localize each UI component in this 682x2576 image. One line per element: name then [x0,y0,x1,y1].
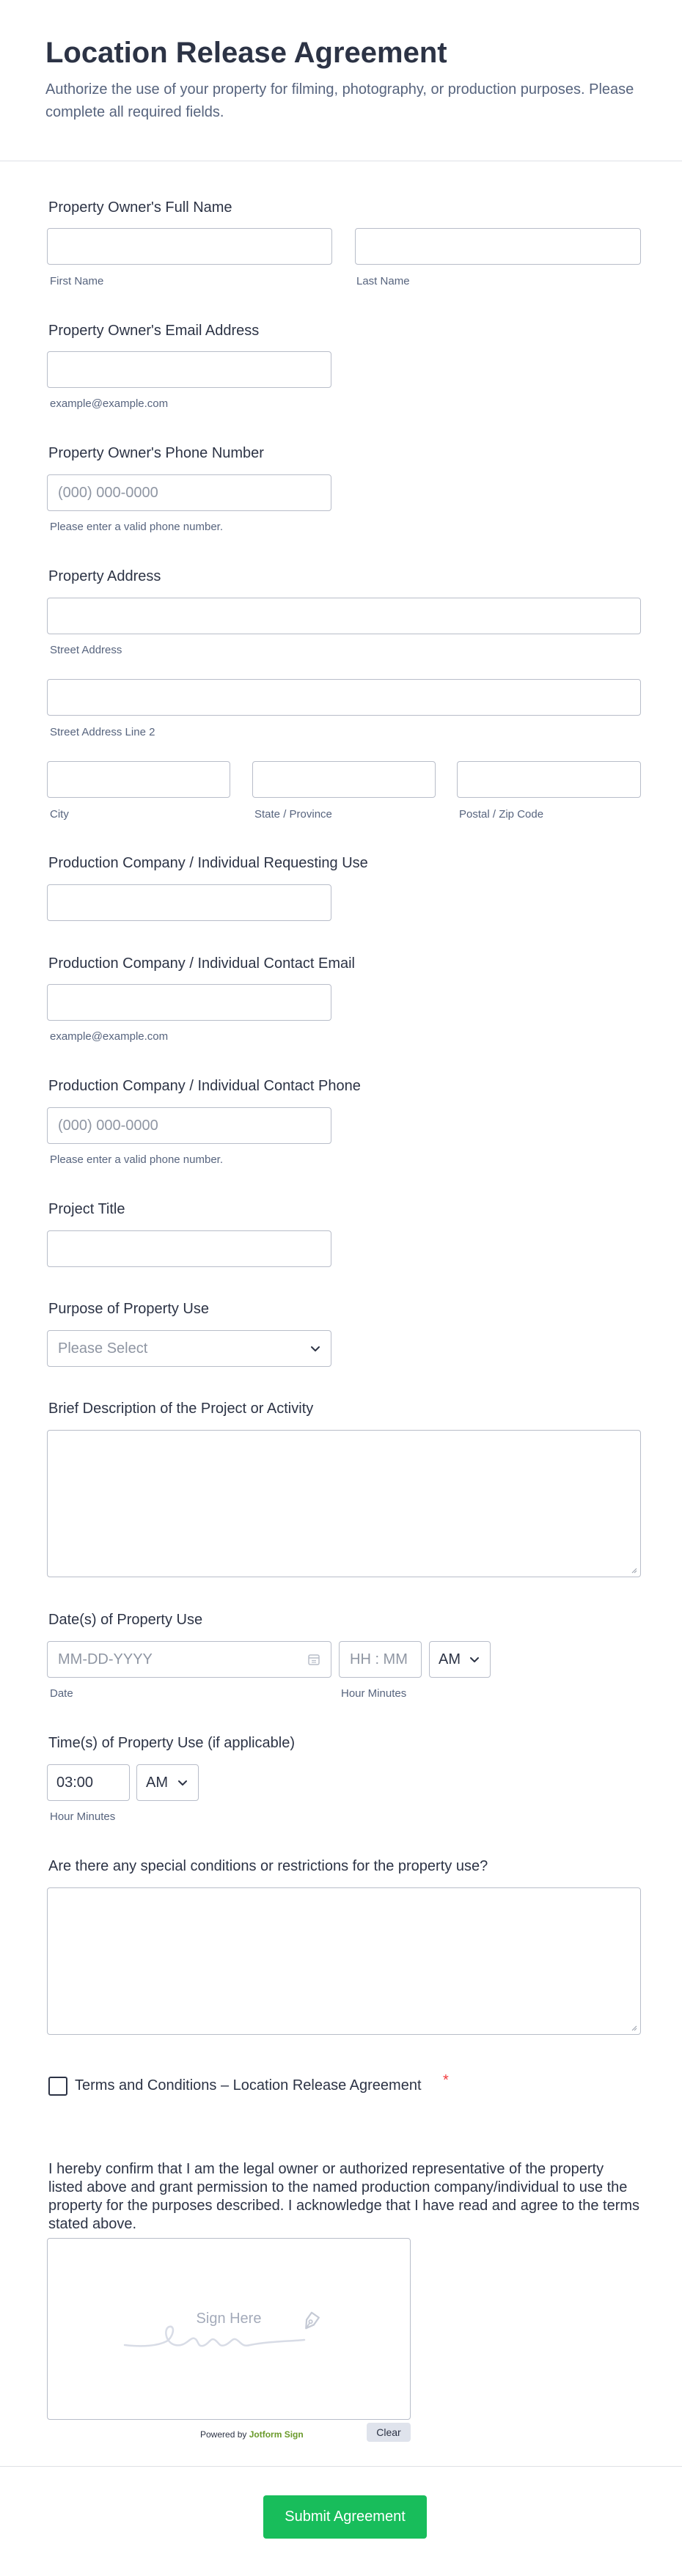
zip-input[interactable] [457,761,641,798]
owner-phone-label: Property Owner's Phone Number [48,445,264,461]
project-title-input[interactable] [47,1230,331,1267]
description-label: Brief Description of the Project or Acti… [48,1401,314,1417]
time-ampm-value: AM [146,1775,168,1791]
conditions-textarea[interactable] [47,1887,641,2035]
chevron-down-icon [311,1346,320,1351]
dates-label: Date(s) of Property Use [48,1612,203,1628]
company-phone-label: Production Company / Individual Contact … [48,1078,361,1094]
state-input[interactable] [252,761,436,798]
owner-email-label: Property Owner's Email Address [48,323,260,339]
company-email-label: Production Company / Individual Contact … [48,955,355,972]
owner-email-input[interactable] [47,351,331,388]
purpose-label: Purpose of Property Use [48,1301,209,1317]
time-sublabel: Hour Minutes [50,1810,116,1823]
city-sublabel: City [50,808,69,821]
street-address-input[interactable] [47,598,641,634]
resize-grip-icon[interactable] [630,2024,637,2031]
company-phone-placeholder: (000) 000-0000 [58,1118,158,1134]
powered-by-brand[interactable]: Jotform Sign [249,2429,304,2440]
address-label: Property Address [48,568,161,584]
date-placeholder: MM-DD-YYYY [58,1651,153,1667]
chevron-down-icon [470,1657,479,1662]
company-email-sublabel: example@example.com [50,1030,169,1043]
resize-grip-icon[interactable] [630,1566,637,1574]
zip-sublabel: Postal / Zip Code [459,808,544,821]
owner-phone-placeholder: (000) 000-0000 [58,485,158,501]
owner-name-label: Property Owner's Full Name [48,199,232,216]
submit-button[interactable]: Submit Agreement [263,2495,427,2539]
date-input[interactable]: MM-DD-YYYY [47,1641,331,1678]
description-textarea[interactable] [47,1430,641,1577]
purpose-select[interactable]: Please Select [47,1330,331,1367]
calendar-icon[interactable] [307,1653,320,1666]
last-name-input[interactable] [355,228,641,265]
form-header: Location Release Agreement Authorize the… [0,0,682,161]
time-ampm-select[interactable]: AM [136,1764,199,1801]
street-address-sublabel: Street Address [50,644,122,656]
first-name-sublabel: First Name [50,275,104,287]
company-label: Production Company / Individual Requesti… [48,855,368,871]
street-address-line2-sublabel: Street Address Line 2 [50,726,155,738]
project-title-label: Project Title [48,1201,125,1217]
state-sublabel: State / Province [254,808,332,821]
signature-placeholder: Sign Here [196,2311,262,2327]
company-email-input[interactable] [47,984,331,1021]
declaration-text: I hereby confirm that I am the legal own… [48,2161,640,2232]
chevron-down-icon [178,1780,187,1786]
owner-phone-sublabel: Please enter a valid phone number. [50,521,223,533]
time-input[interactable]: 03:00 [47,1764,130,1801]
signature-pad[interactable]: Sign Here [47,2238,411,2420]
footer-divider [0,2466,682,2467]
clear-signature-button[interactable]: Clear [367,2423,411,2442]
date-time-placeholder: HH : MM [350,1651,408,1667]
owner-phone-input[interactable]: (000) 000-0000 [47,474,331,511]
date-time-input[interactable]: HH : MM [339,1641,422,1678]
form-title: Location Release Agreement [45,37,447,69]
conditions-label: Are there any special conditions or rest… [48,1858,488,1874]
form-body: Property Owner's Full Name First Name La… [0,161,682,2574]
date-time-sublabel: Hour Minutes [341,1687,407,1700]
powered-by: Powered by Jotform Sign [200,2429,304,2440]
terms-checkbox[interactable] [48,2077,67,2096]
pen-icon [305,2311,320,2330]
company-phone-sublabel: Please enter a valid phone number. [50,1153,223,1166]
city-input[interactable] [47,761,230,798]
powered-by-prefix: Powered by [200,2429,247,2440]
date-ampm-select[interactable]: AM [429,1641,491,1678]
street-address-line2-input[interactable] [47,679,641,716]
date-ampm-value: AM [439,1651,461,1667]
required-asterisk: * [443,2072,449,2088]
terms-label[interactable]: Terms and Conditions – Location Release … [75,2077,422,2094]
form-subtitle: Authorize the use of your property for f… [45,81,634,120]
times-label: Time(s) of Property Use (if applicable) [48,1735,296,1751]
date-sublabel: Date [50,1687,73,1700]
owner-email-sublabel: example@example.com [50,397,169,410]
purpose-placeholder: Please Select [58,1340,148,1357]
company-input[interactable] [47,884,331,921]
company-phone-input[interactable]: (000) 000-0000 [47,1107,331,1144]
first-name-input[interactable] [47,228,332,265]
time-value: 03:00 [56,1775,94,1791]
last-name-sublabel: Last Name [356,275,410,287]
